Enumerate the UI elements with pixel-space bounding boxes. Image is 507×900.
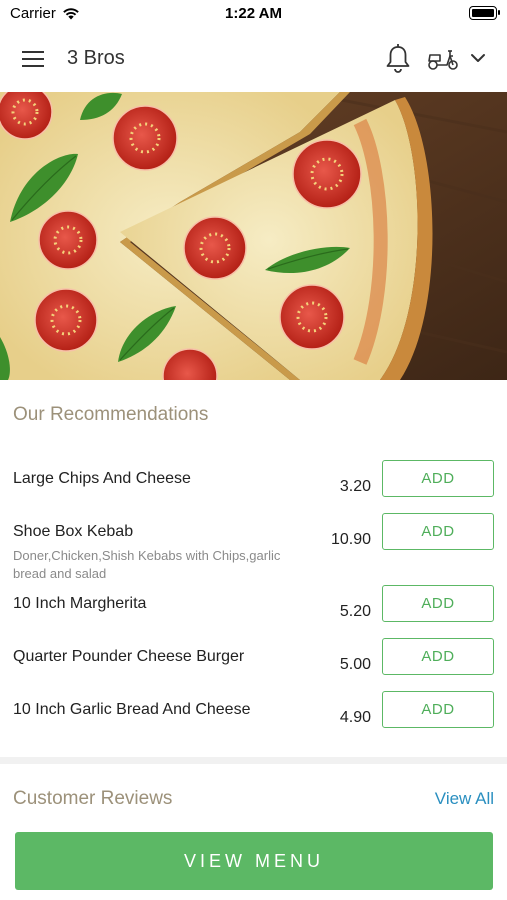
nav-bar: 3 Bros [0, 28, 507, 92]
item-price: 5.00 [339, 656, 371, 673]
item-name: 10 Inch Margherita [13, 595, 147, 612]
item-price: 10.90 [330, 531, 371, 548]
item-name: Quarter Pounder Cheese Burger [13, 648, 245, 665]
item-description: Doner,Chicken,Shish Kebabs with Chips,ga… [13, 548, 281, 581]
status-time: 1:22 AM [225, 5, 282, 22]
chevron-down-icon[interactable] [468, 48, 488, 68]
section-divider [0, 757, 507, 764]
view-menu-button[interactable]: VIEW MENU [15, 832, 493, 890]
reviews-title: Customer Reviews [13, 788, 173, 809]
add-button[interactable]: ADD [382, 460, 494, 497]
status-bar: Carrier 1:22 AM [0, 0, 507, 28]
bell-icon[interactable] [383, 42, 413, 74]
item-price: 5.20 [339, 603, 371, 620]
scooter-delivery-icon[interactable] [426, 44, 460, 72]
item-price: 4.90 [339, 709, 371, 726]
item-price: 3.20 [339, 478, 371, 495]
item-name: 10 Inch Garlic Bread And Cheese [13, 701, 251, 718]
item-name: Shoe Box Kebab [13, 523, 134, 540]
add-button[interactable]: ADD [382, 585, 494, 622]
add-button[interactable]: ADD [382, 513, 494, 550]
restaurant-title: 3 Bros [67, 47, 125, 69]
battery-icon [469, 6, 500, 20]
hamburger-menu-icon[interactable] [20, 48, 46, 70]
view-all-reviews-link[interactable]: View All [435, 789, 494, 809]
item-name: Large Chips And Cheese [13, 470, 191, 487]
add-button[interactable]: ADD [382, 638, 494, 675]
hero-pizza-image [0, 92, 507, 380]
add-button[interactable]: ADD [382, 691, 494, 728]
recommendations-title: Our Recommendations [13, 404, 209, 425]
